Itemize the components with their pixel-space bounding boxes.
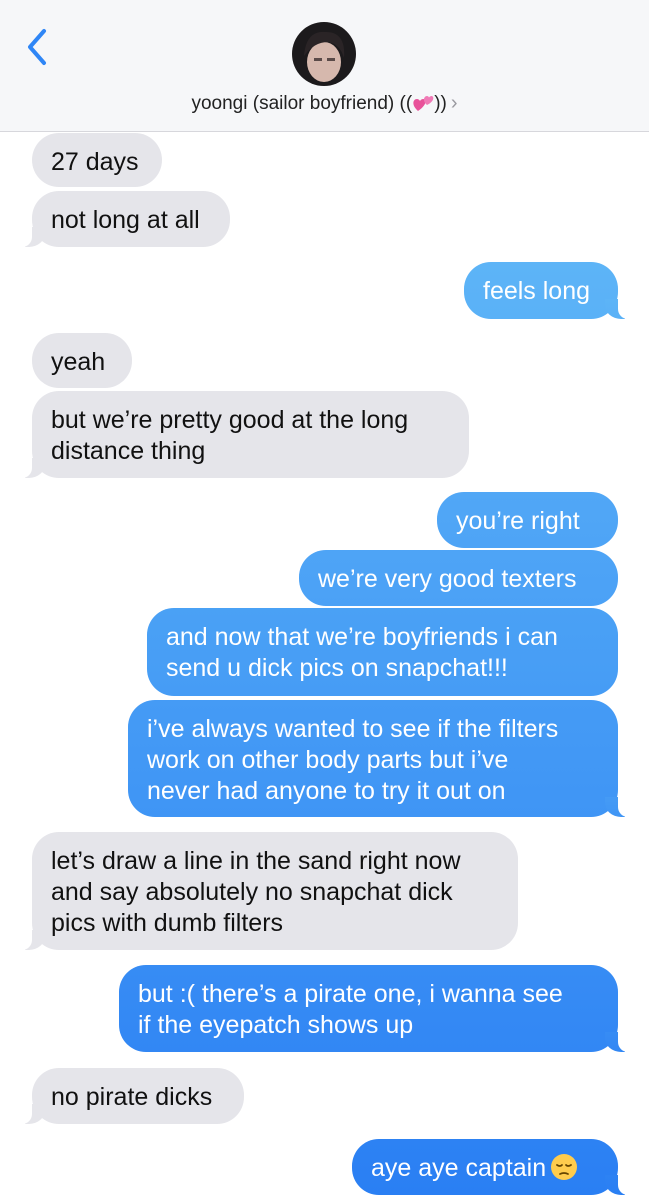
received-message-bubble[interactable]: not long at all: [22, 191, 230, 247]
received-message-bubble[interactable]: yeah: [32, 333, 132, 388]
sent-message-bubble[interactable]: feels long: [464, 262, 628, 319]
received-message-bubble[interactable]: no pirate dicks: [22, 1068, 244, 1124]
conversation-header: yoongi (sailor boyfriend) (( )) ›: [0, 0, 649, 132]
avatar[interactable]: [292, 22, 356, 86]
sent-message-bubble[interactable]: we’re very good texters: [299, 550, 618, 606]
message-text-line: we’re very good texters: [318, 565, 577, 593]
two-hearts-emoji-icon: [413, 96, 434, 111]
sent-message-bubble[interactable]: and now that we’re boyfriends i can send …: [147, 608, 618, 696]
message-text-line: no pirate dicks: [51, 1083, 213, 1111]
pensive-face-emoji-icon: [551, 1154, 578, 1180]
sent-message-bubble[interactable]: you’re right: [437, 492, 618, 548]
received-message-bubble[interactable]: let’s draw a line in the sand right now a…: [22, 832, 518, 950]
chevron-right-icon: ›: [450, 92, 458, 114]
message-text-line: 27 days: [51, 148, 139, 176]
message-text-line: not long at all: [51, 206, 200, 234]
message-text-line: but we’re pretty good at the long: [51, 406, 409, 434]
message-text-line: you’re right: [456, 507, 580, 535]
received-message-bubble[interactable]: 27 days: [32, 133, 162, 187]
sent-message-bubble[interactable]: aye aye captain: [352, 1139, 628, 1195]
message-text-line: but :( there’s a pirate one, i wanna see: [138, 980, 563, 1008]
message-text-line: feels long: [483, 277, 591, 305]
message-text-line: if the eyepatch shows up: [138, 1011, 414, 1039]
message-text-line: aye aye captain: [371, 1153, 599, 1184]
message-text-line: let’s draw a line in the sand right now: [51, 847, 461, 875]
message-text-line: send u dick pics on snapchat!!!: [166, 654, 508, 682]
message-text-line: yeah: [51, 348, 106, 376]
message-text-line: distance thing: [51, 437, 206, 465]
message-text-line: and say absolutely no snapchat dick: [51, 878, 453, 906]
chevron-left-icon[interactable]: [24, 27, 52, 67]
message-text-line: i’ve always wanted to see if the filters: [147, 715, 559, 743]
sent-message-bubble[interactable]: but :( there’s a pirate one, i wanna see…: [119, 965, 628, 1052]
contact-name-suffix: )): [434, 93, 447, 114]
message-text-line: work on other body parts but i’ve: [147, 746, 509, 774]
received-message-bubble[interactable]: but we’re pretty good at the long distanc…: [22, 391, 469, 478]
contact-name-text: yoongi (sailor boyfriend) ((: [191, 93, 413, 114]
message-text-line: and now that we’re boyfriends i can: [166, 623, 558, 651]
message-text-line: never had anyone to try it out on: [147, 777, 506, 805]
sent-message-bubble[interactable]: i’ve always wanted to see if the filters…: [128, 700, 628, 817]
contact-name[interactable]: yoongi (sailor boyfriend) (( )) ›: [0, 89, 649, 118]
message-text-line: pics with dumb filters: [51, 909, 284, 937]
